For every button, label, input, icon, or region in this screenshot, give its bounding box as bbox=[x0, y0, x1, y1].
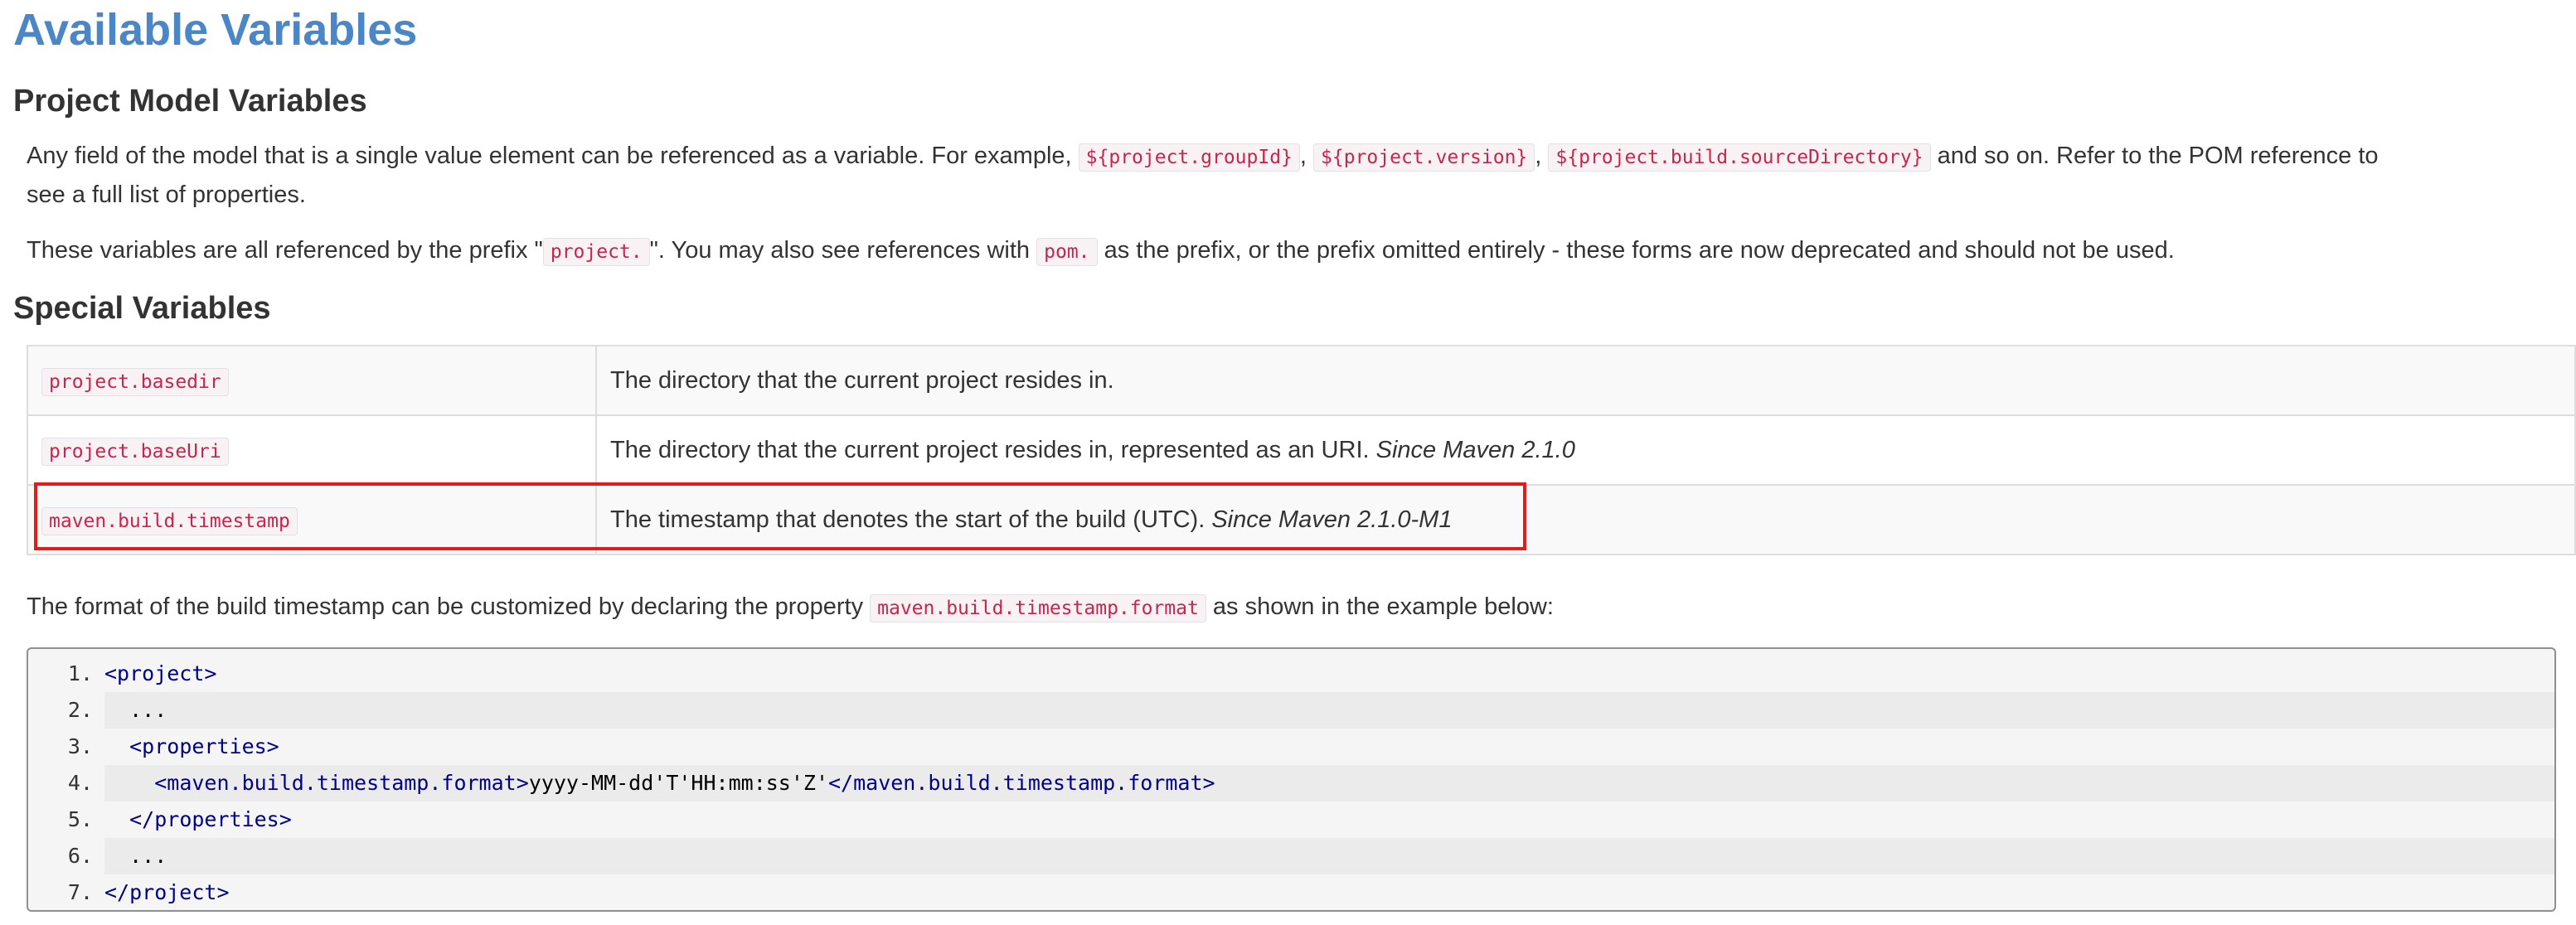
line-number: 4. bbox=[67, 771, 93, 795]
xml-tag: </project> bbox=[104, 880, 230, 904]
table-cell-desc: The directory that the current project r… bbox=[595, 345, 2576, 416]
inline-code-timestamp-format: maven.build.timestamp.format bbox=[870, 594, 1206, 622]
xml-tag: <maven.build.timestamp.format> bbox=[154, 771, 529, 795]
line-number: 3. bbox=[67, 734, 93, 758]
text: The directory that the current project r… bbox=[610, 436, 1376, 463]
code-line: 2. ... bbox=[28, 692, 2554, 729]
text: Any field of the model that is a single … bbox=[27, 143, 1079, 169]
code-source: ... bbox=[104, 838, 2554, 874]
line-number: 7. bbox=[67, 880, 93, 904]
code-source: </properties> bbox=[104, 802, 2554, 838]
text: and so on. Refer to the POM reference to bbox=[1930, 143, 2379, 169]
code-block: 1. <project> 2. ... 3. <properties> 4. <mave… bbox=[27, 647, 2556, 912]
inline-code-pom-prefix: pom. bbox=[1036, 238, 1098, 266]
inline-code-source-directory: ${project.build.sourceDirectory} bbox=[1548, 143, 1931, 172]
text: The format of the build timestamp can be… bbox=[27, 593, 871, 620]
line-number: 6. bbox=[67, 844, 93, 868]
table-cell-desc: The directory that the current project r… bbox=[595, 414, 2576, 486]
inline-code-version: ${project.version} bbox=[1313, 143, 1535, 172]
paragraph-prefix: These variables are all referenced by th… bbox=[27, 232, 2564, 271]
code-source: ... bbox=[104, 692, 2554, 729]
section-heading-special: Special Variables bbox=[13, 291, 271, 326]
table-row: project.baseUri The directory that the c… bbox=[27, 414, 2576, 486]
since-version: Since Maven 2.1.0 bbox=[1375, 436, 1575, 463]
inline-code-project-prefix: project. bbox=[542, 238, 650, 266]
xml-text: ... bbox=[129, 698, 167, 722]
text: as the prefix, or the prefix omitted ent… bbox=[1097, 237, 2175, 264]
xml-tag: </maven.build.timestamp.format> bbox=[828, 771, 1215, 795]
text: ". You may also see references with bbox=[649, 237, 1037, 264]
code-line: 5. </properties> bbox=[28, 802, 2554, 838]
line-number: 1. bbox=[67, 661, 93, 685]
inline-code-group-id: ${project.groupId} bbox=[1078, 143, 1300, 172]
xml-tag: </properties> bbox=[129, 807, 292, 831]
inline-code-basedir: project.basedir bbox=[41, 367, 229, 396]
code-lines: 1. <project> 2. ... 3. <properties> 4. <mave… bbox=[28, 649, 2554, 910]
line-number: 2. bbox=[67, 698, 93, 722]
xml-tag: <project> bbox=[104, 661, 217, 685]
code-source: <properties> bbox=[104, 729, 2554, 765]
xml-tag: <properties> bbox=[129, 734, 279, 758]
text: The directory that the current project r… bbox=[610, 366, 1114, 394]
table-cell-key: project.baseUri bbox=[27, 414, 597, 486]
xml-text: ... bbox=[129, 844, 167, 868]
code-line: 4. <maven.build.timestamp.format>yyyy-MM… bbox=[28, 765, 2554, 802]
table-row: project.basedir The directory that the c… bbox=[27, 345, 2576, 416]
code-line: 6. ... bbox=[28, 838, 2554, 874]
code-line: 1. <project> bbox=[28, 656, 2554, 692]
paragraph-timestamp-format: The format of the build timestamp can be… bbox=[27, 588, 2564, 627]
code-source: <maven.build.timestamp.format>yyyy-MM-dd… bbox=[104, 765, 2554, 802]
xml-text: yyyy-MM-dd'T'HH:mm:ss'Z' bbox=[528, 771, 828, 795]
text: , bbox=[1299, 143, 1314, 169]
code-source: </project> bbox=[104, 874, 2554, 910]
highlight-box bbox=[34, 482, 1526, 550]
text: see a full list of properties. bbox=[27, 182, 306, 208]
page-title: Available Variables bbox=[13, 5, 418, 55]
code-source: <project> bbox=[104, 656, 2554, 692]
code-line: 3. <properties> bbox=[28, 729, 2554, 765]
paragraph-project-model: Any field of the model that is a single … bbox=[27, 138, 2564, 214]
inline-code-baseuri: project.baseUri bbox=[41, 437, 229, 466]
section-heading-project-model: Project Model Variables bbox=[13, 84, 367, 119]
text: , bbox=[1535, 143, 1549, 169]
text: These variables are all referenced by th… bbox=[27, 237, 543, 264]
code-line: 7. </project> bbox=[28, 874, 2554, 910]
table-cell-key: project.basedir bbox=[27, 345, 597, 416]
line-number: 5. bbox=[67, 807, 93, 831]
text: as shown in the example below: bbox=[1206, 593, 1554, 620]
